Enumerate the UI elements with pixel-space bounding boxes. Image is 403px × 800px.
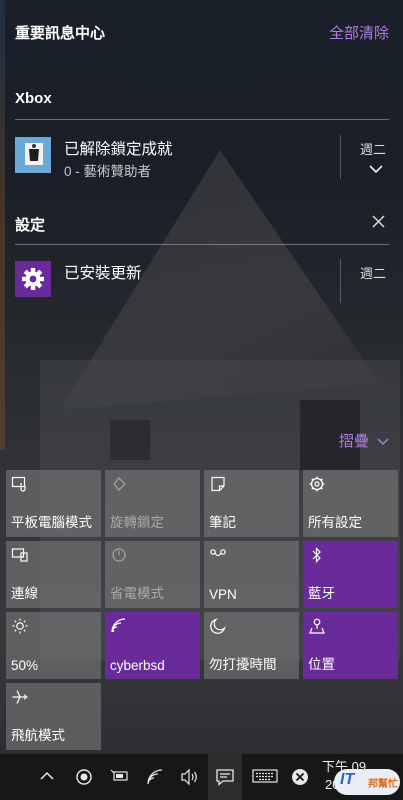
close-icon[interactable] — [372, 213, 385, 233]
location-icon — [308, 617, 326, 635]
quick-action-label: cyberbsd — [110, 658, 165, 673]
note-icon — [209, 475, 227, 493]
notification-time: 週二 — [359, 142, 386, 157]
quick-action-rotation-lock[interactable]: 旋轉鎖定 — [105, 470, 200, 537]
quick-action-tablet-mode[interactable]: 平板電腦模式 — [6, 470, 101, 537]
quick-action-label: 平板電腦模式 — [11, 515, 92, 530]
moon-icon — [209, 617, 227, 635]
xbox-achievement-icon — [15, 137, 51, 173]
group-divider — [15, 119, 389, 120]
quick-action-airplane-mode[interactable]: 飛航模式 — [6, 683, 101, 750]
quick-action-connect[interactable]: 連線 — [6, 541, 101, 608]
watermark-logo-text: IT — [340, 771, 355, 788]
show-hidden-icons-chevron-icon[interactable] — [40, 768, 54, 785]
quick-action-note[interactable]: 筆記 — [204, 470, 299, 537]
notification-title: 已解除鎖定成就 — [64, 141, 173, 158]
settings-gear-icon — [15, 261, 51, 297]
clear-all-button[interactable]: 全部清除 — [329, 22, 389, 43]
collapse-label: 摺疊 — [338, 433, 369, 450]
quick-action-label: VPN — [209, 587, 237, 602]
action-center-button[interactable] — [208, 754, 242, 800]
chevron-down-icon — [377, 438, 389, 446]
action-center-screen: 重要訊息中心 全部清除 Xbox 已解除鎖定成就 0 - 藝術贊助者 週二 設定 — [0, 0, 403, 800]
quick-action-label: 省電模式 — [110, 586, 164, 601]
connect-icon — [11, 546, 29, 564]
tablet-mode-icon — [11, 475, 29, 493]
record-icon[interactable] — [75, 768, 93, 790]
quick-action-wifi[interactable]: cyberbsd — [105, 612, 200, 679]
rotation-lock-icon — [110, 475, 128, 493]
notification-group-xbox: Xbox — [15, 90, 389, 120]
action-center-overlay — [0, 0, 403, 800]
collapse-button[interactable]: 摺疊 — [339, 430, 389, 451]
quick-action-brightness[interactable]: 50% — [6, 612, 101, 679]
quick-action-label: 藍牙 — [308, 586, 335, 601]
airplane-icon — [11, 688, 29, 706]
action-center-header: 重要訊息中心 全部清除 — [15, 20, 389, 44]
quick-action-label: 50% — [11, 658, 39, 673]
notification-subtitle: 0 - 藝術贊助者 — [64, 164, 152, 179]
quick-action-bluetooth[interactable]: 藍牙 — [303, 541, 398, 608]
quick-action-all-settings[interactable]: 所有設定 — [303, 470, 398, 537]
notification-separator — [340, 135, 341, 179]
watermark-logo-subtext: 邦幫忙 — [368, 779, 398, 790]
chevron-down-icon[interactable] — [369, 161, 383, 177]
battery-saver-icon — [110, 546, 128, 564]
quick-action-quiet-hours[interactable]: 勿打擾時間 — [204, 612, 299, 679]
wifi-icon[interactable] — [146, 768, 164, 790]
action-center-title: 重要訊息中心 — [15, 25, 106, 42]
battery-icon[interactable] — [110, 769, 130, 787]
touch-keyboard-icon[interactable] — [252, 769, 278, 787]
quick-action-label: 飛航模式 — [11, 728, 65, 743]
notification-time: 週二 — [359, 266, 386, 281]
quick-action-label: 勿打擾時間 — [209, 657, 277, 672]
quick-action-label: 旋轉鎖定 — [110, 515, 164, 530]
wifi-icon — [110, 617, 128, 635]
group-name: Xbox — [15, 90, 52, 107]
settings-gear-icon — [308, 475, 326, 493]
vpn-icon — [209, 546, 227, 564]
close-circle-icon[interactable] — [291, 768, 309, 790]
brightness-icon — [11, 617, 29, 635]
group-name: 設定 — [15, 217, 46, 234]
notification-separator — [340, 259, 341, 303]
ithome-watermark-logo: IT 邦幫忙 — [334, 769, 400, 795]
notification-title: 已安裝更新 — [64, 265, 142, 282]
quick-action-location[interactable]: 位置 — [303, 612, 398, 679]
quick-action-label: 所有設定 — [308, 515, 362, 530]
notification-group-settings: 設定 — [15, 213, 389, 245]
quick-action-vpn[interactable]: VPN — [204, 541, 299, 608]
group-divider — [15, 244, 389, 245]
quick-action-label: 筆記 — [209, 515, 236, 530]
quick-action-label: 位置 — [308, 657, 335, 672]
message-icon — [216, 769, 234, 786]
bluetooth-icon — [308, 546, 326, 564]
quick-action-battery-saver[interactable]: 省電模式 — [105, 541, 200, 608]
volume-icon[interactable] — [180, 768, 200, 790]
quick-action-label: 連線 — [11, 586, 38, 601]
